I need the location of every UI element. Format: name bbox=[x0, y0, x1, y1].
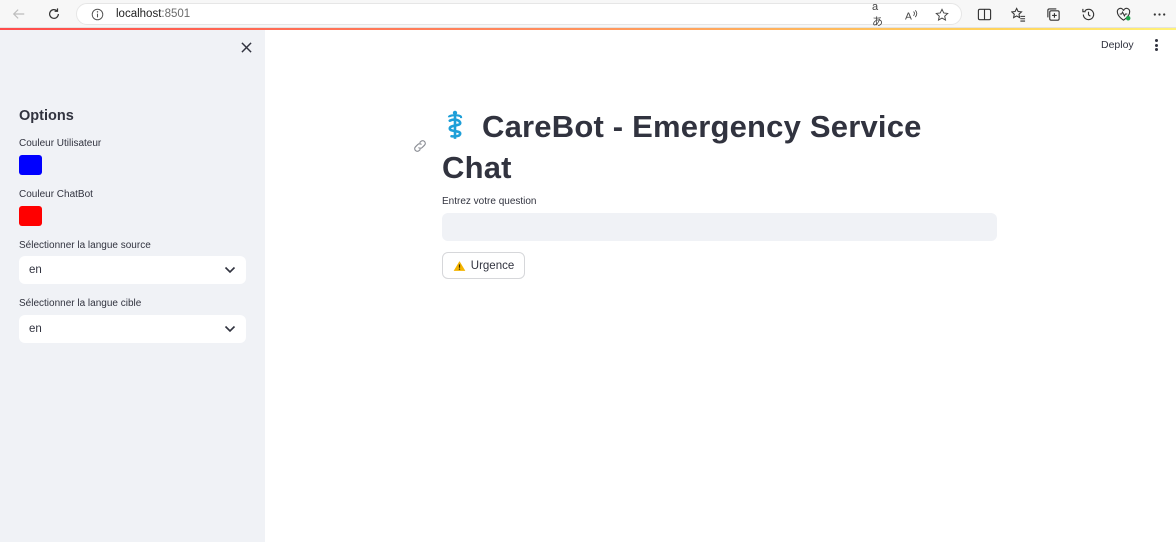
question-input[interactable] bbox=[442, 213, 997, 241]
medical-staff-icon bbox=[442, 109, 482, 149]
history-icon[interactable] bbox=[1079, 5, 1097, 23]
target-lang-select[interactable]: en bbox=[19, 315, 246, 343]
main-menu-icon[interactable] bbox=[1151, 38, 1161, 52]
more-menu-icon[interactable] bbox=[1150, 5, 1168, 23]
svg-text:A: A bbox=[905, 11, 912, 21]
bot-color-label: Couleur ChatBot bbox=[19, 189, 93, 200]
page-title-text: CareBot - Emergency Service Chat bbox=[442, 109, 922, 185]
urgent-button[interactable]: Urgence bbox=[442, 252, 525, 279]
reload-button[interactable] bbox=[43, 4, 65, 24]
address-bar[interactable]: localhost:8501 aあ A bbox=[76, 1, 962, 28]
url-text: localhost:8501 bbox=[116, 8, 191, 20]
urgent-button-label: Urgence bbox=[470, 259, 515, 272]
warning-icon bbox=[453, 260, 466, 271]
back-arrow-icon bbox=[12, 9, 25, 19]
split-screen-icon[interactable] bbox=[975, 5, 993, 23]
page-title: CareBot - Emergency Service Chat bbox=[442, 108, 982, 186]
target-lang-label: Sélectionner la langue cible bbox=[19, 298, 142, 309]
scrollbar[interactable] bbox=[1168, 30, 1176, 542]
chevron-down-icon bbox=[224, 266, 236, 274]
source-lang-label: Sélectionner la langue source bbox=[19, 240, 151, 251]
source-lang-value: en bbox=[29, 264, 42, 276]
target-lang-value: en bbox=[29, 323, 42, 335]
browser-essentials-icon[interactable] bbox=[1114, 5, 1132, 23]
reload-icon bbox=[49, 8, 59, 19]
favorites-icon[interactable] bbox=[1009, 5, 1027, 23]
close-icon bbox=[240, 41, 252, 53]
site-info-icon[interactable] bbox=[91, 8, 104, 21]
user-color-label: Couleur Utilisateur bbox=[19, 138, 102, 149]
read-aloud-icon[interactable]: A bbox=[903, 8, 919, 22]
source-lang-select[interactable]: en bbox=[19, 256, 246, 284]
sidebar-close-button[interactable] bbox=[238, 39, 254, 55]
sidebar: Options Couleur Utilisateur Couleur Chat… bbox=[0, 30, 265, 542]
favorite-star-icon[interactable] bbox=[934, 8, 950, 22]
bot-color-picker[interactable] bbox=[19, 206, 42, 226]
deploy-button[interactable]: Deploy bbox=[1101, 39, 1134, 51]
chevron-down-icon bbox=[224, 325, 236, 333]
sidebar-title: Options bbox=[19, 108, 74, 124]
question-label: Entrez votre question bbox=[442, 196, 537, 207]
link-icon[interactable] bbox=[412, 139, 428, 153]
user-color-picker[interactable] bbox=[19, 155, 42, 175]
back-button[interactable] bbox=[8, 4, 30, 24]
translate-icon[interactable]: aあ bbox=[872, 1, 888, 28]
collections-icon[interactable] bbox=[1044, 5, 1062, 23]
browser-toolbar: localhost:8501 aあ A bbox=[0, 0, 1176, 28]
